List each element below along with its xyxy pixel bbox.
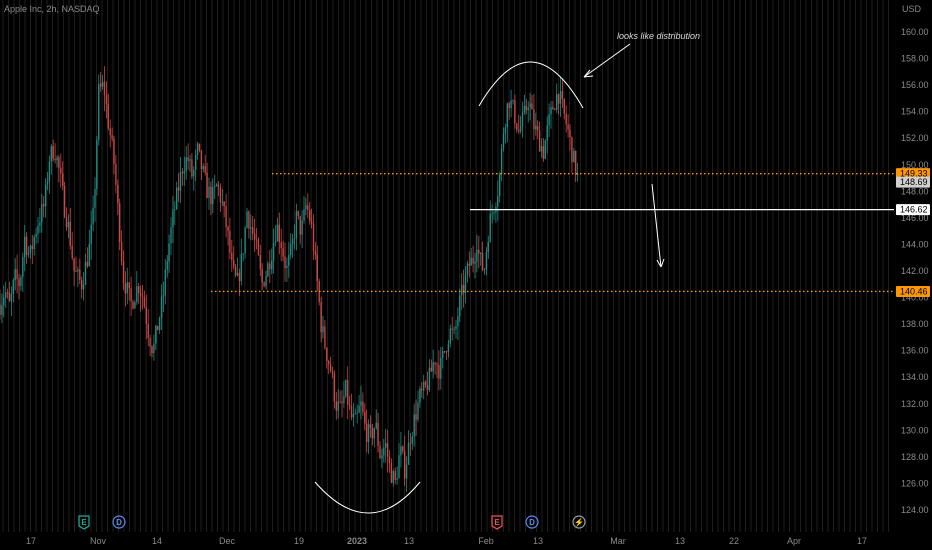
y-tick-label: 128.00 bbox=[901, 452, 929, 462]
candle-up bbox=[345, 379, 347, 399]
event-letter: D bbox=[529, 518, 535, 527]
y-tick-label: 154.00 bbox=[901, 107, 929, 117]
candle-down bbox=[157, 325, 159, 331]
x-tick-label: 13 bbox=[404, 536, 414, 546]
y-tick-label: 126.00 bbox=[901, 478, 929, 488]
candle-down bbox=[257, 237, 260, 256]
event-letter: ⚡ bbox=[574, 517, 584, 527]
y-tick-label: 152.00 bbox=[901, 133, 929, 143]
price-tag-level-3-text: 140.46 bbox=[900, 286, 928, 296]
x-tick-label: 2023 bbox=[347, 536, 367, 546]
y-tick-label: 158.00 bbox=[901, 54, 929, 64]
y-tick-label: 134.00 bbox=[901, 372, 929, 382]
event-letter: E bbox=[81, 518, 87, 527]
annotation-text[interactable]: looks like distribution bbox=[617, 31, 700, 41]
candle-down bbox=[63, 181, 66, 219]
event-letter: E bbox=[494, 518, 500, 527]
candle-up bbox=[96, 136, 98, 196]
chart-title: Apple Inc, 2h, NASDAQ bbox=[4, 4, 100, 14]
price-tag-level-2-text: 146.62 bbox=[900, 205, 928, 215]
x-tick-label: 14 bbox=[152, 536, 162, 546]
y-tick-label: 148.00 bbox=[901, 186, 929, 196]
x-tick-label: 13 bbox=[533, 536, 543, 546]
y-tick-label: 144.00 bbox=[901, 239, 929, 249]
candle-up bbox=[98, 74, 100, 146]
event-marker-split[interactable]: ⚡ bbox=[572, 515, 586, 529]
x-tick-label: Nov bbox=[90, 536, 107, 546]
candle-up bbox=[544, 139, 546, 160]
candle-up bbox=[267, 261, 269, 277]
price-tag-level-2: 146.62 bbox=[896, 204, 930, 216]
x-tick-label: 13 bbox=[675, 536, 685, 546]
y-tick-label: 132.00 bbox=[901, 399, 929, 409]
currency-label: USD bbox=[902, 4, 922, 14]
event-letter: D bbox=[116, 518, 122, 527]
x-tick-label: Dec bbox=[219, 536, 236, 546]
x-tick-label: Mar bbox=[610, 536, 626, 546]
y-tick-label: 138.00 bbox=[901, 319, 929, 329]
y-tick-label: 136.00 bbox=[901, 346, 929, 356]
chart-background bbox=[0, 0, 932, 550]
price-tag-last-text: 148.69 bbox=[900, 177, 928, 187]
price-tag-level-3: 140.46 bbox=[896, 285, 930, 297]
y-tick-label: 142.00 bbox=[901, 266, 929, 276]
x-tick-label: 19 bbox=[294, 536, 304, 546]
x-tick-label: 17 bbox=[26, 536, 36, 546]
price-chart[interactable]: looks like distribution 124.00 126.00 128.… bbox=[0, 0, 932, 550]
y-tick-label: 156.00 bbox=[901, 80, 929, 90]
x-tick-label: 22 bbox=[729, 536, 739, 546]
x-tick-label: Apr bbox=[787, 536, 801, 546]
y-tick-label: 160.00 bbox=[901, 27, 929, 37]
price-tag-last: 148.69 bbox=[896, 176, 930, 188]
x-tick-label: Feb bbox=[478, 536, 494, 546]
y-tick-label: 124.00 bbox=[901, 505, 929, 515]
y-tick-label: 130.00 bbox=[901, 425, 929, 435]
x-tick-label: 17 bbox=[857, 536, 867, 546]
